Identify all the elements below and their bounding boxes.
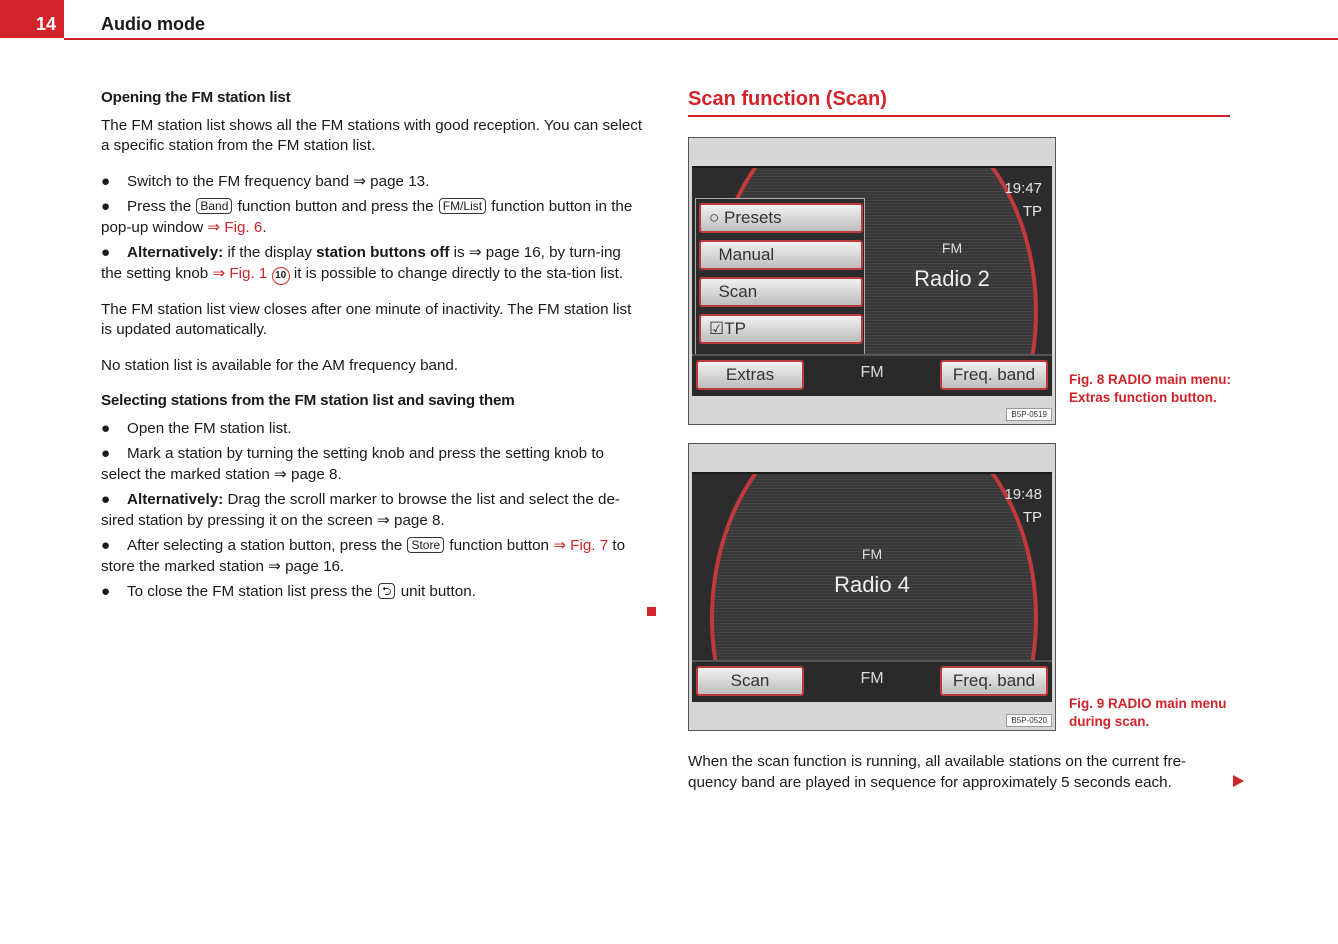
bullet-icon: ● bbox=[101, 445, 111, 462]
fm-list-key: FM/List bbox=[438, 198, 487, 214]
callout-number-icon: 10 bbox=[271, 266, 290, 285]
figure-caption: Fig. 8 RADIO main menu: Extras function … bbox=[1069, 372, 1232, 405]
function-bar: Extras FM Freq. band bbox=[692, 354, 1052, 396]
store-key: Store bbox=[407, 537, 445, 553]
list-item: ● Press the Band function button and pres… bbox=[101, 198, 633, 236]
band-key: Band bbox=[196, 198, 233, 214]
manual-button[interactable]: Manual bbox=[699, 240, 863, 270]
figure-9-screen: 19:48 TP FM Radio 4 Scan FM Freq. band B… bbox=[688, 443, 1056, 731]
radio-display: 19:47 TP FM Radio 2 ○ Presets Manual Sca… bbox=[692, 166, 1052, 396]
section-rule bbox=[688, 115, 1230, 117]
list-item: ● Alternatively: if the display station b… bbox=[101, 243, 646, 285]
clock: 19:48 bbox=[1004, 486, 1042, 503]
return-icon: ⮌ bbox=[377, 583, 396, 599]
paragraph: When the scan function is running, all a… bbox=[688, 753, 1187, 791]
bullet-icon: ● bbox=[101, 419, 111, 437]
extras-button[interactable]: Extras bbox=[696, 360, 804, 390]
section-title: Scan function (Scan) bbox=[688, 88, 887, 110]
figure-8-screen: 19:47 TP FM Radio 2 ○ Presets Manual Sca… bbox=[688, 137, 1056, 425]
header-rule bbox=[64, 38, 1338, 40]
list-item: ● After selecting a station button, press… bbox=[101, 537, 626, 575]
tp-indicator: TP bbox=[1022, 509, 1042, 526]
bullet-list: ● Open the FM station list. ● Mark a stati… bbox=[101, 419, 646, 603]
section-heading: Selecting stations from the FM station l… bbox=[101, 392, 515, 409]
chapter-title: Audio mode bbox=[101, 14, 205, 34]
figure-link[interactable]: ⇒ Fig. 1 bbox=[212, 265, 267, 282]
figure-code: B5P-0519 bbox=[1006, 408, 1052, 421]
band-label: FM bbox=[861, 546, 883, 562]
continue-arrow-icon bbox=[1233, 775, 1244, 787]
figure-caption: Fig. 9 RADIO main menu during scan. bbox=[1069, 696, 1227, 729]
paragraph: The FM station list shows all the FM sta… bbox=[101, 116, 643, 155]
figure-link[interactable]: ⇒ Fig. 7 bbox=[553, 537, 608, 554]
list-item: ● Alternatively: Drag the scroll marker t… bbox=[101, 491, 620, 529]
radio-display: 19:48 TP FM Radio 4 Scan FM Freq. band bbox=[692, 472, 1052, 702]
bullet-icon: ● bbox=[101, 537, 111, 554]
bullet-list: ● Switch to the FM frequency band ⇒ page … bbox=[101, 172, 646, 285]
station-name: Radio 4 bbox=[834, 572, 910, 597]
bullet-icon: ● bbox=[101, 244, 111, 261]
tp-indicator: TP bbox=[1022, 203, 1042, 220]
freq-band-button[interactable]: Freq. band bbox=[940, 360, 1048, 390]
band-indicator: FM bbox=[860, 670, 884, 687]
left-column: Opening the FM station list The FM stati… bbox=[101, 88, 646, 618]
scan-button[interactable]: Scan bbox=[696, 666, 804, 696]
scan-button[interactable]: Scan bbox=[699, 277, 863, 307]
page-number: 14 bbox=[0, 0, 64, 38]
function-bar: Scan FM Freq. band bbox=[692, 660, 1052, 702]
section-heading: Opening the FM station list bbox=[101, 89, 291, 106]
tp-toggle[interactable]: ☑TP bbox=[699, 314, 863, 344]
band-indicator: FM bbox=[860, 364, 884, 381]
bullet-icon: ● bbox=[101, 172, 111, 190]
paragraph: No station list is available for the AM … bbox=[101, 356, 459, 374]
list-item: ● To close the FM station list press the … bbox=[101, 582, 646, 603]
extras-popup: ○ Presets Manual Scan ☑TP bbox=[695, 198, 865, 355]
bullet-icon: ● bbox=[101, 583, 111, 600]
section-end-marker-icon bbox=[647, 607, 656, 616]
bullet-icon: ● bbox=[101, 198, 111, 215]
freq-band-button[interactable]: Freq. band bbox=[940, 666, 1048, 696]
clock: 19:47 bbox=[1004, 180, 1042, 197]
list-item: ● Mark a station by turning the setting k… bbox=[101, 445, 605, 483]
figure-link[interactable]: ⇒ Fig. 6 bbox=[207, 219, 262, 236]
bullet-icon: ● bbox=[101, 491, 111, 508]
list-item: ● Switch to the FM frequency band ⇒ page … bbox=[101, 172, 646, 193]
list-item: ● Open the FM station list. bbox=[101, 419, 646, 440]
figure-code: B5P-0520 bbox=[1006, 714, 1052, 727]
paragraph: The FM station list view closes after on… bbox=[101, 300, 632, 339]
presets-button[interactable]: ○ Presets bbox=[699, 203, 863, 233]
